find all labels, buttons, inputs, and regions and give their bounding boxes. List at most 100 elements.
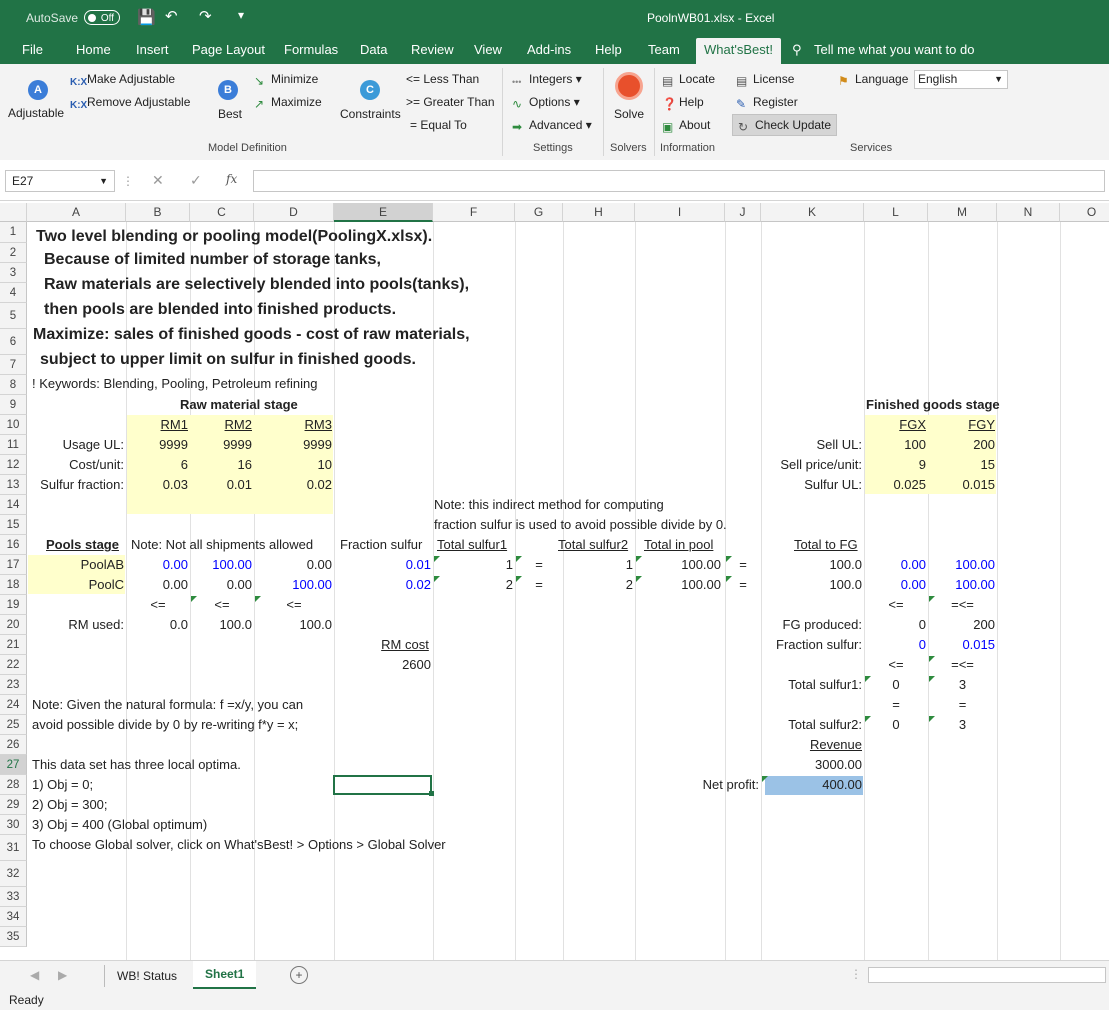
row-header[interactable]: 10 <box>0 415 27 435</box>
select-all-corner[interactable] <box>0 203 27 222</box>
advanced-button[interactable]: ➡ Advanced ▾ <box>512 118 592 134</box>
horizontal-scrollbar[interactable] <box>868 967 1106 983</box>
tab-help[interactable]: Help <box>595 42 622 57</box>
fill-handle[interactable] <box>429 791 434 796</box>
row-header[interactable]: 16 <box>0 535 27 555</box>
equal-to-button[interactable]: = Equal To <box>410 118 467 132</box>
tab-file[interactable]: File <box>22 42 43 57</box>
cell-L18[interactable]: <= <box>864 595 928 614</box>
cell-L17[interactable]: 0.00 <box>864 575 926 594</box>
cell-F13[interactable]: Note: this indirect method for computing <box>434 495 664 514</box>
cell-C16[interactable]: 100.00 <box>190 555 252 574</box>
row-header[interactable]: 29 <box>0 795 27 815</box>
cell-A23[interactable]: Note: Given the natural formula: f =x/y,… <box>32 695 303 714</box>
cell-E20[interactable]: RM cost <box>334 635 476 654</box>
row-header[interactable]: 28 <box>0 775 27 795</box>
cell-B12[interactable]: 0.03 <box>126 475 188 494</box>
cell-L10[interactable]: 100 <box>864 435 926 454</box>
row-header[interactable]: 21 <box>0 635 27 655</box>
column-header[interactable]: O <box>1060 203 1109 222</box>
row-header[interactable]: 8 <box>0 375 27 395</box>
license-button[interactable]: ▤ License <box>736 72 794 88</box>
row-header[interactable]: 26 <box>0 735 27 755</box>
cell-K16[interactable]: 100.0 <box>761 555 862 574</box>
column-header[interactable]: J <box>725 203 761 222</box>
cell-D11[interactable]: 10 <box>254 455 332 474</box>
adjustable-icon[interactable]: A <box>28 80 48 100</box>
search-icon[interactable]: ⚲ <box>792 42 802 58</box>
constraints-button[interactable]: Constraints <box>340 107 401 121</box>
column-header[interactable]: M <box>928 203 997 222</box>
row-header[interactable]: 19 <box>0 595 27 615</box>
constraints-icon[interactable]: C <box>360 80 380 100</box>
cell-M18[interactable]: =<= <box>928 595 997 614</box>
row-header[interactable]: 31 <box>0 835 27 861</box>
cell-B10[interactable]: 9999 <box>126 435 188 454</box>
cell-A1[interactable]: Two level blending or pooling model(Pool… <box>36 227 432 246</box>
column-header[interactable]: B <box>126 203 190 222</box>
column-header[interactable]: D <box>254 203 334 222</box>
tab-team[interactable]: Team <box>648 42 680 57</box>
register-button[interactable]: ✎ Register <box>736 95 798 111</box>
cell-B15[interactable]: Note: Not all shipments allowed <box>131 535 313 554</box>
cell-K24[interactable]: Total sulfur2: <box>761 715 862 734</box>
row-header[interactable]: 13 <box>0 475 27 495</box>
cell-F17[interactable]: 2 <box>433 575 513 594</box>
cell-M11[interactable]: 15 <box>928 455 995 474</box>
cell-L21[interactable]: <= <box>864 655 928 674</box>
row-header[interactable]: 24 <box>0 695 27 715</box>
row-header[interactable]: 11 <box>0 435 27 455</box>
enter-icon[interactable]: ✓ <box>190 172 202 189</box>
row-header[interactable]: 18 <box>0 575 27 595</box>
cell-D17[interactable]: 100.00 <box>254 575 332 594</box>
cell-C18[interactable]: <= <box>190 595 254 614</box>
column-header[interactable]: H <box>563 203 635 222</box>
cell-E21[interactable]: 2600 <box>334 655 431 674</box>
cell-H17[interactable]: 2 <box>563 575 633 594</box>
save-icon[interactable]: 💾 <box>137 8 156 26</box>
cell-A17[interactable]: PoolC <box>27 575 124 594</box>
tab-data[interactable]: Data <box>360 42 387 57</box>
cell-C9[interactable]: RM2 <box>190 415 252 434</box>
about-button[interactable]: ▣ About <box>662 118 710 134</box>
cell-D12[interactable]: 0.02 <box>254 475 332 494</box>
sheet-tab-sheet1[interactable]: Sheet1 <box>193 961 257 989</box>
cell-L19[interactable]: 0 <box>864 615 926 634</box>
row-header[interactable]: 22 <box>0 655 27 675</box>
cell-A2[interactable]: Because of limited number of storage tan… <box>44 250 381 269</box>
cell-A29[interactable]: 3) Obj = 400 (Global optimum) <box>32 815 207 834</box>
row-header[interactable]: 1 <box>0 222 27 243</box>
cell-C17[interactable]: 0.00 <box>190 575 252 594</box>
integers-button[interactable]: ••• Integers ▾ <box>512 72 582 89</box>
cell-A11[interactable]: Cost/unit: <box>27 455 124 474</box>
row-header[interactable]: 14 <box>0 495 27 515</box>
column-header[interactable]: F <box>433 203 515 222</box>
column-header-selected[interactable]: E <box>334 203 433 222</box>
options-button[interactable]: ∿ Options ▾ <box>512 95 580 111</box>
cell-H15[interactable]: Total sulfur2 <box>558 535 628 554</box>
cell-A7[interactable]: ! Keywords: Blending, Pooling, Petroleum… <box>32 374 317 393</box>
tab-addins[interactable]: Add-ins <box>527 42 571 57</box>
cell-K17[interactable]: 100.0 <box>761 575 862 594</box>
active-cell-E27[interactable] <box>333 775 432 795</box>
row-header[interactable]: 34 <box>0 907 27 927</box>
tab-view[interactable]: View <box>474 42 502 57</box>
check-update-button[interactable]: ↻ Check Update <box>732 114 838 136</box>
formula-input[interactable] <box>253 170 1105 192</box>
row-header[interactable]: 5 <box>0 303 27 329</box>
row-header[interactable]: 30 <box>0 815 27 835</box>
row-header[interactable]: 15 <box>0 515 27 535</box>
undo-icon[interactable]: ↶ <box>165 7 178 25</box>
fg-stage-label[interactable]: Finished goods stage <box>866 395 1000 414</box>
language-select[interactable]: English ▼ <box>914 70 1008 89</box>
best-icon[interactable]: B <box>218 80 238 100</box>
greater-than-button[interactable]: >= Greater Than <box>406 95 495 109</box>
tab-insert[interactable]: Insert <box>136 42 169 57</box>
maximize-button[interactable]: ↗ Maximize <box>254 95 322 111</box>
row-header[interactable]: 9 <box>0 395 27 415</box>
minimize-button[interactable]: ↘ Minimize <box>254 72 318 88</box>
cell-M21[interactable]: =<= <box>928 655 997 674</box>
row-header[interactable]: 23 <box>0 675 27 695</box>
row-header[interactable]: 33 <box>0 887 27 907</box>
cell-A4[interactable]: then pools are blended into finished pro… <box>44 300 396 319</box>
